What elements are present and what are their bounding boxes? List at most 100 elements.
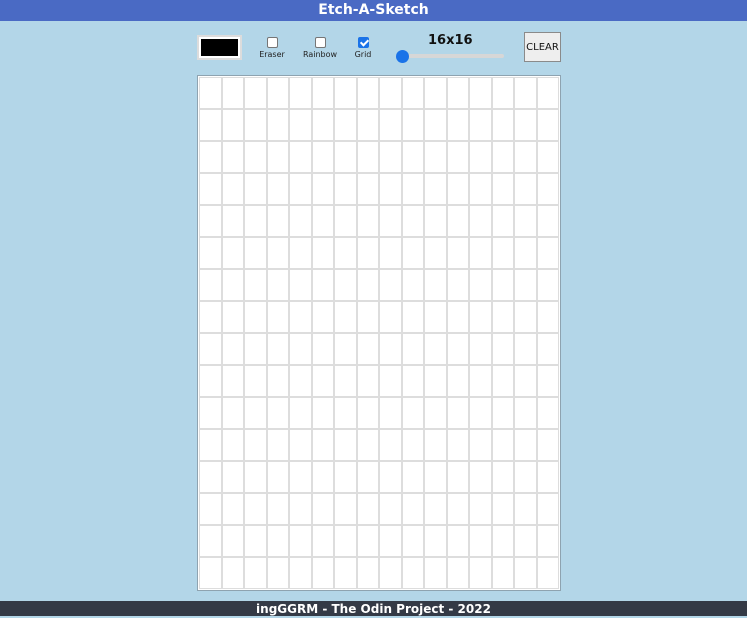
grid-cell[interactable] xyxy=(334,205,357,237)
grid-cell[interactable] xyxy=(289,77,312,109)
grid-cell[interactable] xyxy=(199,557,222,589)
grid-cell[interactable] xyxy=(266,301,289,333)
grid-cell[interactable] xyxy=(199,205,222,237)
grid-cell[interactable] xyxy=(334,365,357,397)
grid-cell[interactable] xyxy=(469,493,492,525)
grid-cell[interactable] xyxy=(311,525,334,557)
grid-cell[interactable] xyxy=(356,301,379,333)
grid-cell[interactable] xyxy=(221,301,244,333)
grid-cell[interactable] xyxy=(221,557,244,589)
grid-cell[interactable] xyxy=(536,77,559,109)
grid-cell[interactable] xyxy=(289,525,312,557)
grid-cell[interactable] xyxy=(401,493,424,525)
grid-cell[interactable] xyxy=(491,557,514,589)
grid-cell[interactable] xyxy=(491,461,514,493)
grid-cell[interactable] xyxy=(356,461,379,493)
grid-cell[interactable] xyxy=(356,77,379,109)
grid-cell[interactable] xyxy=(514,173,537,205)
sketch-grid[interactable] xyxy=(199,77,559,589)
grid-cell[interactable] xyxy=(491,141,514,173)
grid-cell[interactable] xyxy=(424,109,447,141)
grid-cell[interactable] xyxy=(424,237,447,269)
grid-cell[interactable] xyxy=(401,365,424,397)
grid-cell[interactable] xyxy=(514,333,537,365)
grid-cell[interactable] xyxy=(446,205,469,237)
grid-cell[interactable] xyxy=(536,269,559,301)
grid-cell[interactable] xyxy=(469,141,492,173)
grid-cell[interactable] xyxy=(469,269,492,301)
grid-cell[interactable] xyxy=(469,365,492,397)
grid-cell[interactable] xyxy=(379,333,402,365)
rainbow-checkbox[interactable] xyxy=(314,37,326,48)
grid-cell[interactable] xyxy=(289,461,312,493)
grid-cell[interactable] xyxy=(221,461,244,493)
grid-cell[interactable] xyxy=(469,557,492,589)
rainbow-option[interactable]: Rainbow xyxy=(300,35,340,59)
grid-cell[interactable] xyxy=(266,397,289,429)
grid-cell[interactable] xyxy=(221,205,244,237)
grid-cell[interactable] xyxy=(424,525,447,557)
grid-cell[interactable] xyxy=(334,173,357,205)
grid-cell[interactable] xyxy=(356,237,379,269)
grid-cell[interactable] xyxy=(401,397,424,429)
grid-cell[interactable] xyxy=(356,173,379,205)
grid-cell[interactable] xyxy=(514,493,537,525)
grid-cell[interactable] xyxy=(491,493,514,525)
grid-cell[interactable] xyxy=(379,397,402,429)
grid-cell[interactable] xyxy=(289,493,312,525)
grid-cell[interactable] xyxy=(266,333,289,365)
grid-cell[interactable] xyxy=(446,269,469,301)
grid-cell[interactable] xyxy=(424,77,447,109)
grid-cell[interactable] xyxy=(334,397,357,429)
grid-size-slider-thumb[interactable] xyxy=(396,50,409,63)
grid-cell[interactable] xyxy=(491,269,514,301)
grid-cell[interactable] xyxy=(401,269,424,301)
grid-cell[interactable] xyxy=(221,365,244,397)
grid-cell[interactable] xyxy=(469,333,492,365)
grid-cell[interactable] xyxy=(469,397,492,429)
grid-cell[interactable] xyxy=(334,333,357,365)
grid-cell[interactable] xyxy=(334,109,357,141)
grid-cell[interactable] xyxy=(379,173,402,205)
grid-cell[interactable] xyxy=(266,461,289,493)
grid-cell[interactable] xyxy=(424,173,447,205)
grid-cell[interactable] xyxy=(424,429,447,461)
grid-cell[interactable] xyxy=(221,77,244,109)
grid-cell[interactable] xyxy=(334,461,357,493)
grid-cell[interactable] xyxy=(379,525,402,557)
grid-cell[interactable] xyxy=(491,301,514,333)
grid-cell[interactable] xyxy=(244,141,267,173)
grid-cell[interactable] xyxy=(401,109,424,141)
grid-cell[interactable] xyxy=(244,109,267,141)
grid-option[interactable]: Grid xyxy=(343,35,383,59)
grid-cell[interactable] xyxy=(469,237,492,269)
grid-cell[interactable] xyxy=(221,397,244,429)
grid-cell[interactable] xyxy=(289,269,312,301)
grid-cell[interactable] xyxy=(289,301,312,333)
grid-cell[interactable] xyxy=(469,205,492,237)
grid-cell[interactable] xyxy=(221,141,244,173)
grid-cell[interactable] xyxy=(334,237,357,269)
grid-cell[interactable] xyxy=(536,397,559,429)
grid-cell[interactable] xyxy=(401,77,424,109)
grid-cell[interactable] xyxy=(491,109,514,141)
grid-cell[interactable] xyxy=(289,429,312,461)
grid-cell[interactable] xyxy=(244,397,267,429)
grid-cell[interactable] xyxy=(356,205,379,237)
grid-cell[interactable] xyxy=(446,525,469,557)
grid-cell[interactable] xyxy=(379,205,402,237)
grid-cell[interactable] xyxy=(379,557,402,589)
grid-cell[interactable] xyxy=(289,109,312,141)
grid-cell[interactable] xyxy=(266,269,289,301)
eraser-option[interactable]: Eraser xyxy=(252,35,292,59)
grid-cell[interactable] xyxy=(221,109,244,141)
grid-cell[interactable] xyxy=(446,493,469,525)
grid-cell[interactable] xyxy=(244,301,267,333)
grid-cell[interactable] xyxy=(514,237,537,269)
grid-cell[interactable] xyxy=(221,333,244,365)
grid-cell[interactable] xyxy=(446,461,469,493)
grid-cell[interactable] xyxy=(536,301,559,333)
grid-cell[interactable] xyxy=(244,493,267,525)
grid-cell[interactable] xyxy=(491,237,514,269)
grid-cell[interactable] xyxy=(356,141,379,173)
